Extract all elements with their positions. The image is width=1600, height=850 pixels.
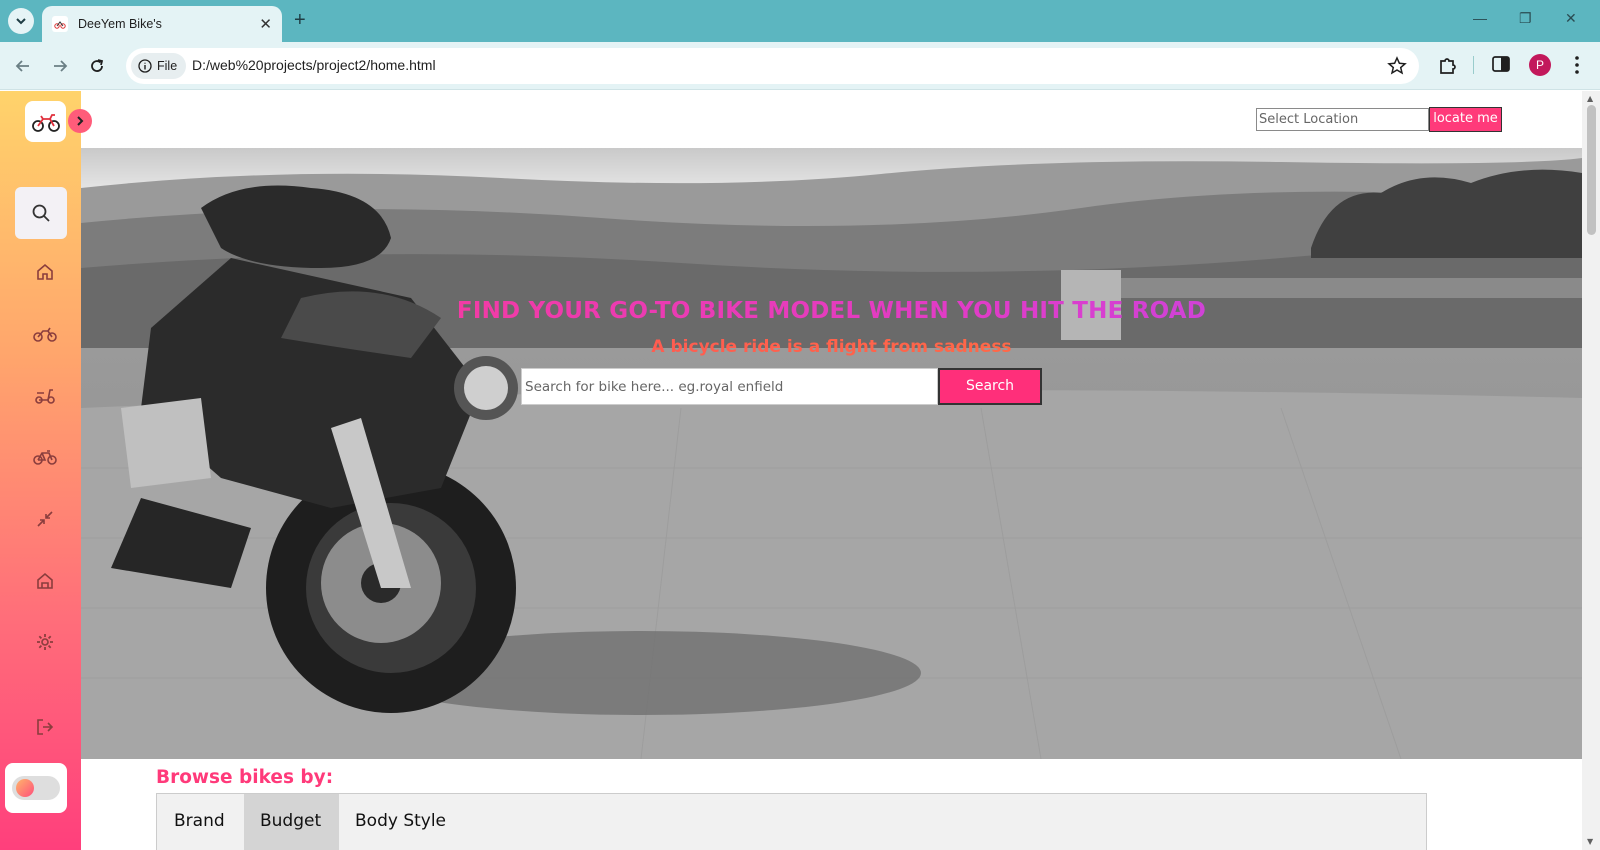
side-panel-icon[interactable]: [1491, 54, 1511, 74]
tab-brand[interactable]: Brand: [157, 794, 244, 850]
extensions-icon[interactable]: [1437, 54, 1459, 76]
reload-button[interactable]: [85, 54, 109, 78]
chevron-right-icon: [77, 116, 84, 126]
sidebar-expand-button[interactable]: [68, 109, 92, 133]
chevron-down-icon: [16, 18, 26, 25]
theme-toggle-knob: [16, 779, 34, 797]
sidebar-item-settings[interactable]: [33, 630, 57, 654]
home-icon: [37, 263, 53, 280]
browser-tabstrip: DeeYem Bike's ✕ + — ❐ ✕: [0, 0, 1600, 42]
page-scrollbar[interactable]: ▲ ▼: [1582, 91, 1600, 850]
sidebar-item-search[interactable]: [15, 187, 67, 239]
sidebar-item-dealer[interactable]: [33, 569, 57, 593]
back-button[interactable]: [11, 54, 35, 78]
arrow-left-icon: [15, 60, 29, 72]
logout-icon: [37, 719, 54, 735]
scroll-up-arrow-icon[interactable]: ▲: [1587, 94, 1593, 103]
sidebar-item-bicycle[interactable]: [33, 445, 57, 469]
page-viewport: locate me: [0, 91, 1600, 850]
location-input[interactable]: [1256, 108, 1429, 131]
browse-tabs: Brand Budget Body Style: [156, 793, 1427, 850]
theme-toggle-container: [5, 763, 67, 813]
minimize-button[interactable]: —: [1473, 10, 1487, 26]
arrow-right-icon: [54, 60, 68, 72]
tab-close-icon[interactable]: ✕: [259, 15, 272, 33]
scroll-down-arrow-icon[interactable]: ▼: [1587, 837, 1593, 846]
scooter-icon: [35, 389, 55, 404]
hero-title: FIND YOUR GO-TO BIKE MODEL WHEN YOU HIT …: [81, 298, 1582, 324]
address-bar[interactable]: File D:/web%20projects/project2/home.htm…: [126, 48, 1419, 84]
toolbar-divider: [1473, 56, 1474, 74]
window-close-button[interactable]: ✕: [1565, 10, 1577, 27]
scroll-thumb[interactable]: [1587, 105, 1596, 235]
compare-arrows-icon: [37, 511, 53, 527]
dealer-house-icon: [37, 572, 53, 589]
reload-icon: [91, 59, 104, 72]
hero-banner: FIND YOUR GO-TO BIKE MODEL WHEN YOU HIT …: [81, 148, 1582, 759]
more-menu-icon[interactable]: [1569, 54, 1585, 76]
locate-me-button[interactable]: locate me: [1429, 107, 1502, 132]
motorcycle-landscape-image: [81, 148, 1582, 759]
browser-toolbar: File D:/web%20projects/project2/home.htm…: [0, 42, 1600, 90]
site-info-chip[interactable]: File: [131, 53, 187, 79]
motorbike-logo-icon: [31, 113, 60, 132]
sidebar-item-home[interactable]: [33, 260, 57, 284]
profile-avatar[interactable]: P: [1529, 54, 1551, 76]
sidebar: [0, 91, 81, 850]
forward-button[interactable]: [48, 54, 72, 78]
hero-subtitle: A bicycle ride is a flight from sadness: [81, 337, 1582, 357]
bike-search-button[interactable]: Search: [938, 368, 1042, 405]
tab-body-style[interactable]: Body Style: [339, 794, 459, 850]
motorbike-favicon-icon: [52, 16, 68, 32]
tab-search-button[interactable]: [8, 8, 34, 34]
site-logo[interactable]: [25, 101, 66, 142]
gear-icon: [37, 634, 53, 650]
search-icon: [32, 204, 50, 222]
tab-title: DeeYem Bike's: [78, 17, 162, 31]
bookmark-star-icon[interactable]: [1387, 56, 1407, 76]
sidebar-item-logout[interactable]: [33, 715, 57, 739]
file-chip-label: File: [157, 59, 178, 73]
bike-search-input[interactable]: [521, 368, 938, 405]
url-text[interactable]: D:/web%20projects/project2/home.html: [192, 57, 436, 73]
browse-title: Browse bikes by:: [156, 767, 334, 788]
info-icon: [138, 59, 152, 73]
tab-budget[interactable]: Budget: [244, 794, 339, 850]
sidebar-item-motorbike[interactable]: [33, 322, 57, 346]
theme-toggle-switch[interactable]: [12, 776, 60, 800]
motorbike-icon: [33, 327, 57, 342]
bicycle-icon: [33, 450, 57, 465]
sidebar-item-compare[interactable]: [33, 507, 57, 531]
restore-button[interactable]: ❐: [1519, 10, 1532, 27]
new-tab-button[interactable]: +: [294, 9, 306, 31]
sidebar-item-scooter[interactable]: [33, 383, 57, 407]
browser-tab[interactable]: DeeYem Bike's ✕: [42, 6, 282, 42]
